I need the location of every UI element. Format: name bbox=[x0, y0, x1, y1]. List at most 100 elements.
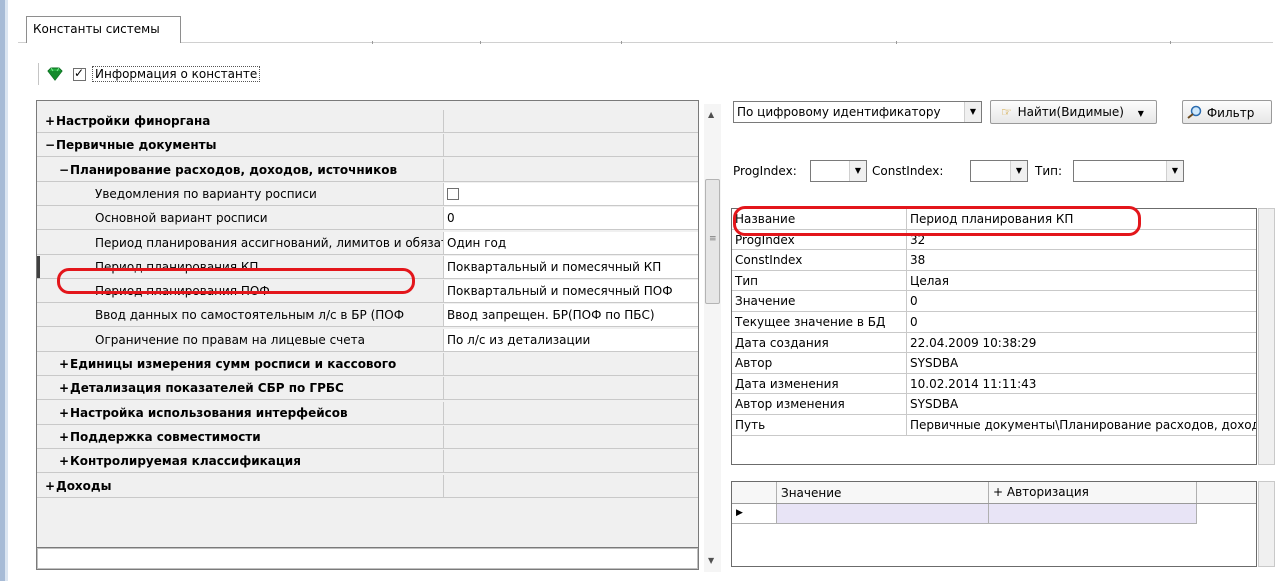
chevron-down-icon[interactable]: ▼ bbox=[1138, 109, 1144, 118]
tree-item-name[interactable]: Ограничение по правам на лицевые счета bbox=[37, 328, 444, 351]
info-key: Дата создания bbox=[732, 332, 907, 353]
info-checkbox-label[interactable]: Информация о константе bbox=[92, 66, 261, 82]
tree-item-name[interactable]: +Детализация показателей СБР по ГРБС bbox=[37, 377, 444, 400]
tree-item-value[interactable]: Ввод запрещен. БР(ПОФ по ПБС) bbox=[444, 304, 698, 327]
expand-toggle[interactable]: + bbox=[45, 479, 56, 493]
tree-category[interactable]: −Первичные документы bbox=[37, 134, 698, 158]
column-header-authorization[interactable]: + Авторизация bbox=[989, 482, 1197, 503]
tree-item-value[interactable]: Поквартальный и помесячный КП bbox=[444, 255, 698, 278]
tree-item-value bbox=[444, 158, 698, 181]
tree-item-name[interactable]: Период планирования ПОФ bbox=[37, 280, 444, 303]
scroll-thumb[interactable]: ≡ bbox=[705, 179, 720, 304]
cell-authorization[interactable] bbox=[989, 504, 1197, 524]
progindex-select[interactable]: ▼ bbox=[810, 160, 867, 182]
tab-strip-tick bbox=[1170, 41, 1171, 44]
tree-category[interactable]: +Настройка использования интерфейсов bbox=[37, 401, 698, 425]
tree-item[interactable]: Основной вариант росписи 0 bbox=[37, 207, 698, 231]
tab-strip-line bbox=[18, 42, 1273, 43]
constindex-select[interactable]: ▼ bbox=[970, 160, 1028, 182]
expand-toggle[interactable]: + bbox=[45, 114, 56, 128]
tree-item-name[interactable]: −Первичные документы bbox=[37, 134, 444, 157]
tree-item-value-text: Один год bbox=[447, 235, 507, 250]
expand-toggle[interactable]: + bbox=[59, 454, 70, 468]
expand-toggle[interactable]: + bbox=[59, 381, 70, 395]
tree-item-label: Ввод данных по самостоятельным л/с в БР … bbox=[95, 308, 405, 323]
tree-item-name[interactable]: +Настройки финоргана bbox=[37, 110, 444, 132]
tree-category[interactable]: +Единицы измерения сумм росписи и кассов… bbox=[37, 353, 698, 376]
expand-toggle[interactable]: + bbox=[59, 357, 70, 371]
column-header-authorization-label: Авторизация bbox=[1006, 485, 1089, 499]
info-value: 10.02.2014 11:11:43 bbox=[910, 376, 1037, 391]
tree-item-value[interactable]: По л/с из детализации bbox=[444, 328, 698, 351]
chevron-down-icon[interactable]: ▼ bbox=[1166, 161, 1183, 181]
tree-category[interactable]: −Планирование расходов, доходов, источни… bbox=[37, 158, 698, 182]
tree-item-value[interactable] bbox=[444, 182, 698, 205]
tree-description-box bbox=[37, 548, 698, 569]
info-row: Название Период планирования КП bbox=[732, 209, 1256, 230]
tree-item[interactable]: Ввод данных по самостоятельным л/с в БР … bbox=[37, 304, 698, 328]
tree-item[interactable]: Период планирования ПОФ Поквартальный и п… bbox=[37, 280, 698, 304]
value-checkbox[interactable] bbox=[447, 187, 459, 200]
search-mode-select[interactable]: По цифровому идентификатору ▼ bbox=[733, 101, 982, 123]
constants-tree: +Настройки финоргана −Первичные документы… bbox=[37, 101, 698, 569]
tree-item-value bbox=[444, 401, 698, 424]
expand-toggle[interactable]: + bbox=[993, 485, 1003, 499]
info-grid-scrollbar[interactable] bbox=[1258, 208, 1275, 465]
tree-item-name[interactable]: +Настройка использования интерфейсов bbox=[37, 401, 444, 424]
toolbar-separator bbox=[38, 63, 39, 85]
chevron-down-icon[interactable]: ▼ bbox=[964, 102, 981, 122]
tree-item-name[interactable]: Период планирования ассигнований, лимито… bbox=[37, 231, 444, 254]
table-row[interactable]: ▶ bbox=[732, 504, 1256, 524]
tree-item-value-text: По л/с из детализации bbox=[447, 332, 591, 347]
tree-category[interactable]: +Детализация показателей СБР по ГРБС bbox=[37, 377, 698, 401]
expand-toggle[interactable]: − bbox=[45, 138, 56, 152]
expand-toggle[interactable]: + bbox=[59, 406, 70, 420]
tree-item-name[interactable]: Период планирования КП bbox=[37, 255, 444, 278]
values-grid-scrollbar[interactable] bbox=[1258, 481, 1275, 567]
tree-item-label: Планирование расходов, доходов, источник… bbox=[70, 162, 398, 177]
info-checkbox[interactable] bbox=[73, 66, 86, 81]
tree-item[interactable]: Уведомления по варианту росписи bbox=[37, 182, 698, 206]
tree-item-name[interactable]: Основной вариант росписи bbox=[37, 207, 444, 230]
tree-item-label: Детализация показателей СБР по ГРБС bbox=[70, 381, 344, 396]
column-header-value[interactable]: Значение bbox=[777, 482, 989, 503]
tree-item-name[interactable]: +Единицы измерения сумм росписи и кассов… bbox=[37, 353, 444, 375]
chevron-down-icon[interactable]: ▼ bbox=[849, 161, 866, 181]
info-row: Дата изменения 10.02.2014 11:11:43 bbox=[732, 373, 1256, 395]
scroll-down-arrow-icon[interactable]: ▼ bbox=[708, 556, 714, 565]
chevron-down-icon[interactable]: ▼ bbox=[1010, 161, 1027, 181]
expand-toggle[interactable]: − bbox=[59, 163, 70, 177]
info-key: Дата изменения bbox=[732, 373, 907, 394]
tree-category[interactable]: +Настройки финоргана bbox=[37, 110, 698, 133]
expand-toggle[interactable]: + bbox=[59, 430, 70, 444]
type-select[interactable]: ▼ bbox=[1073, 160, 1184, 182]
tree-category[interactable]: +Контролируемая классификация bbox=[37, 450, 698, 474]
tree-item-value[interactable]: Один год bbox=[444, 231, 698, 254]
tree-item-name[interactable]: Ввод данных по самостоятельным л/с в БР … bbox=[37, 304, 444, 327]
find-visible-button[interactable]: ☞ Найти(Видимые) ▼ bbox=[990, 100, 1157, 124]
tree-category[interactable]: +Доходы bbox=[37, 474, 698, 498]
tree-scrollbar[interactable]: ▲ ≡ ▼ bbox=[704, 104, 721, 572]
gem-icon[interactable] bbox=[47, 66, 63, 82]
tree-item-name[interactable]: +Доходы bbox=[37, 474, 444, 497]
tree-item-name[interactable]: −Планирование расходов, доходов, источни… bbox=[37, 158, 444, 181]
info-row: Текущее значение в БД 0 bbox=[732, 312, 1256, 333]
tree-item-name[interactable]: Уведомления по варианту росписи bbox=[37, 182, 444, 205]
tree-item-name[interactable]: +Поддержка совместимости bbox=[37, 425, 444, 448]
toolbar: Информация о константе bbox=[38, 63, 261, 85]
tree-item-value[interactable]: Поквартальный и помесячный ПОФ bbox=[444, 280, 698, 303]
info-key: ConstIndex bbox=[732, 250, 907, 270]
tree-item-name[interactable]: +Контролируемая классификация bbox=[37, 450, 444, 473]
tree-item-label: Доходы bbox=[56, 478, 112, 493]
scroll-up-arrow-icon[interactable]: ▲ bbox=[708, 110, 714, 119]
constant-info-grid: Название Период планирования КП ProgIndex 3… bbox=[731, 208, 1257, 465]
tree-item[interactable]: Ограничение по правам на лицевые счета По… bbox=[37, 328, 698, 352]
tree-item[interactable]: Период планирования КП Поквартальный и по… bbox=[37, 255, 698, 279]
tab-constants[interactable]: Константы системы bbox=[26, 16, 181, 43]
tree-item[interactable]: Период планирования ассигнований, лимито… bbox=[37, 231, 698, 255]
cell-value[interactable] bbox=[777, 504, 989, 524]
tree-category[interactable]: +Поддержка совместимости bbox=[37, 425, 698, 449]
filter-button[interactable]: Фильтр bbox=[1182, 100, 1272, 124]
info-row: Автор SYSDBA bbox=[732, 353, 1256, 374]
tree-item-value[interactable]: 0 bbox=[444, 207, 698, 230]
